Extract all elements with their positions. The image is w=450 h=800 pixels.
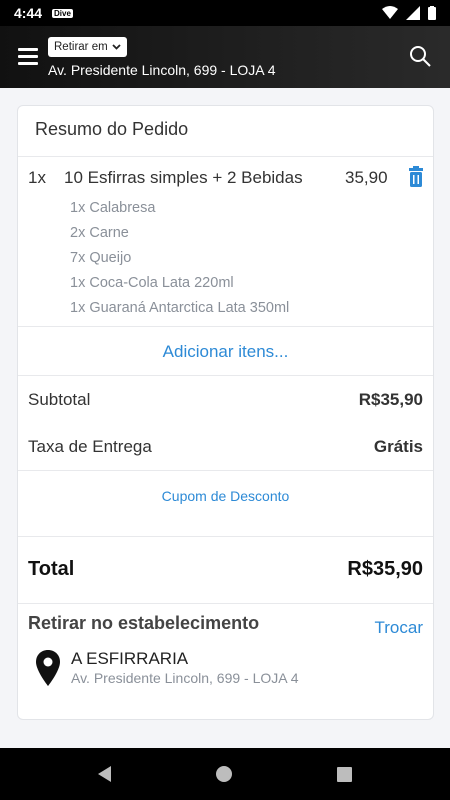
- change-store-link[interactable]: Trocar: [375, 618, 424, 638]
- total-value: R$35,90: [347, 558, 423, 580]
- sub-item: 1x Coca-Cola Lata 220ml: [70, 275, 234, 291]
- divider: [18, 156, 433, 157]
- sub-item: 2x Carne: [70, 225, 129, 241]
- item-quantity: 1x: [28, 168, 46, 187]
- app-notification-badge: Dive: [52, 8, 73, 18]
- subtotal-label: Subtotal: [28, 390, 91, 409]
- recent-apps-icon[interactable]: [337, 766, 352, 782]
- header-address: Av. Presidente Lincoln, 699 - LOJA 4: [48, 62, 276, 78]
- app-header: Retirar em Av. Presidente Lincoln, 699 -…: [0, 26, 450, 88]
- pickup-title: Retirar no estabelecimento: [28, 613, 260, 633]
- back-icon[interactable]: [98, 766, 111, 782]
- divider: [18, 326, 433, 327]
- search-icon[interactable]: [408, 44, 432, 68]
- delivery-fee-value: Grátis: [373, 437, 423, 456]
- divider: [18, 470, 433, 471]
- delivery-fee-label: Taxa de Entrega: [28, 437, 152, 456]
- store-address: Av. Presidente Lincoln, 699 - LOJA 4: [71, 670, 299, 686]
- trash-icon[interactable]: [406, 166, 426, 188]
- item-name: 10 Esfirras simples + 2 Bebidas: [64, 168, 303, 187]
- pickup-mode-dropdown[interactable]: Retirar em: [48, 37, 127, 57]
- signal-icon: [406, 6, 420, 20]
- subtotal-value: R$35,90: [358, 390, 423, 409]
- home-icon[interactable]: [216, 766, 232, 782]
- card-title: Resumo do Pedido: [35, 119, 189, 139]
- wifi-icon: [382, 6, 398, 19]
- sub-item: 1x Calabresa: [70, 200, 156, 216]
- divider: [18, 603, 433, 604]
- order-summary-card: Resumo do Pedido 1x 10 Esfirras simples …: [17, 105, 434, 720]
- menu-icon[interactable]: [18, 48, 38, 66]
- status-icons: [382, 6, 436, 20]
- total-label: Total: [28, 558, 75, 580]
- item-price: 35,90: [345, 168, 388, 187]
- divider: [18, 536, 433, 537]
- sub-item: 1x Guaraná Antarctica Lata 350ml: [70, 300, 290, 316]
- system-nav-bar: [0, 748, 450, 800]
- coupon-link[interactable]: Cupom de Desconto: [18, 488, 433, 504]
- battery-icon: [428, 6, 436, 20]
- chevron-down-icon: [112, 44, 121, 50]
- location-pin-icon: [36, 650, 60, 686]
- status-bar: 4:44 Dive: [0, 0, 450, 26]
- status-time: 4:44: [14, 5, 43, 21]
- pickup-mode-label: Retirar em: [54, 41, 108, 53]
- add-items-link[interactable]: Adicionar itens...: [18, 342, 433, 362]
- sub-item: 7x Queijo: [70, 250, 132, 266]
- store-name: A ESFIRRARIA: [71, 649, 189, 668]
- divider: [18, 375, 433, 376]
- sub-items-list: 1x Calabresa 2x Carne 7x Queijo 1x Coca-…: [70, 196, 289, 321]
